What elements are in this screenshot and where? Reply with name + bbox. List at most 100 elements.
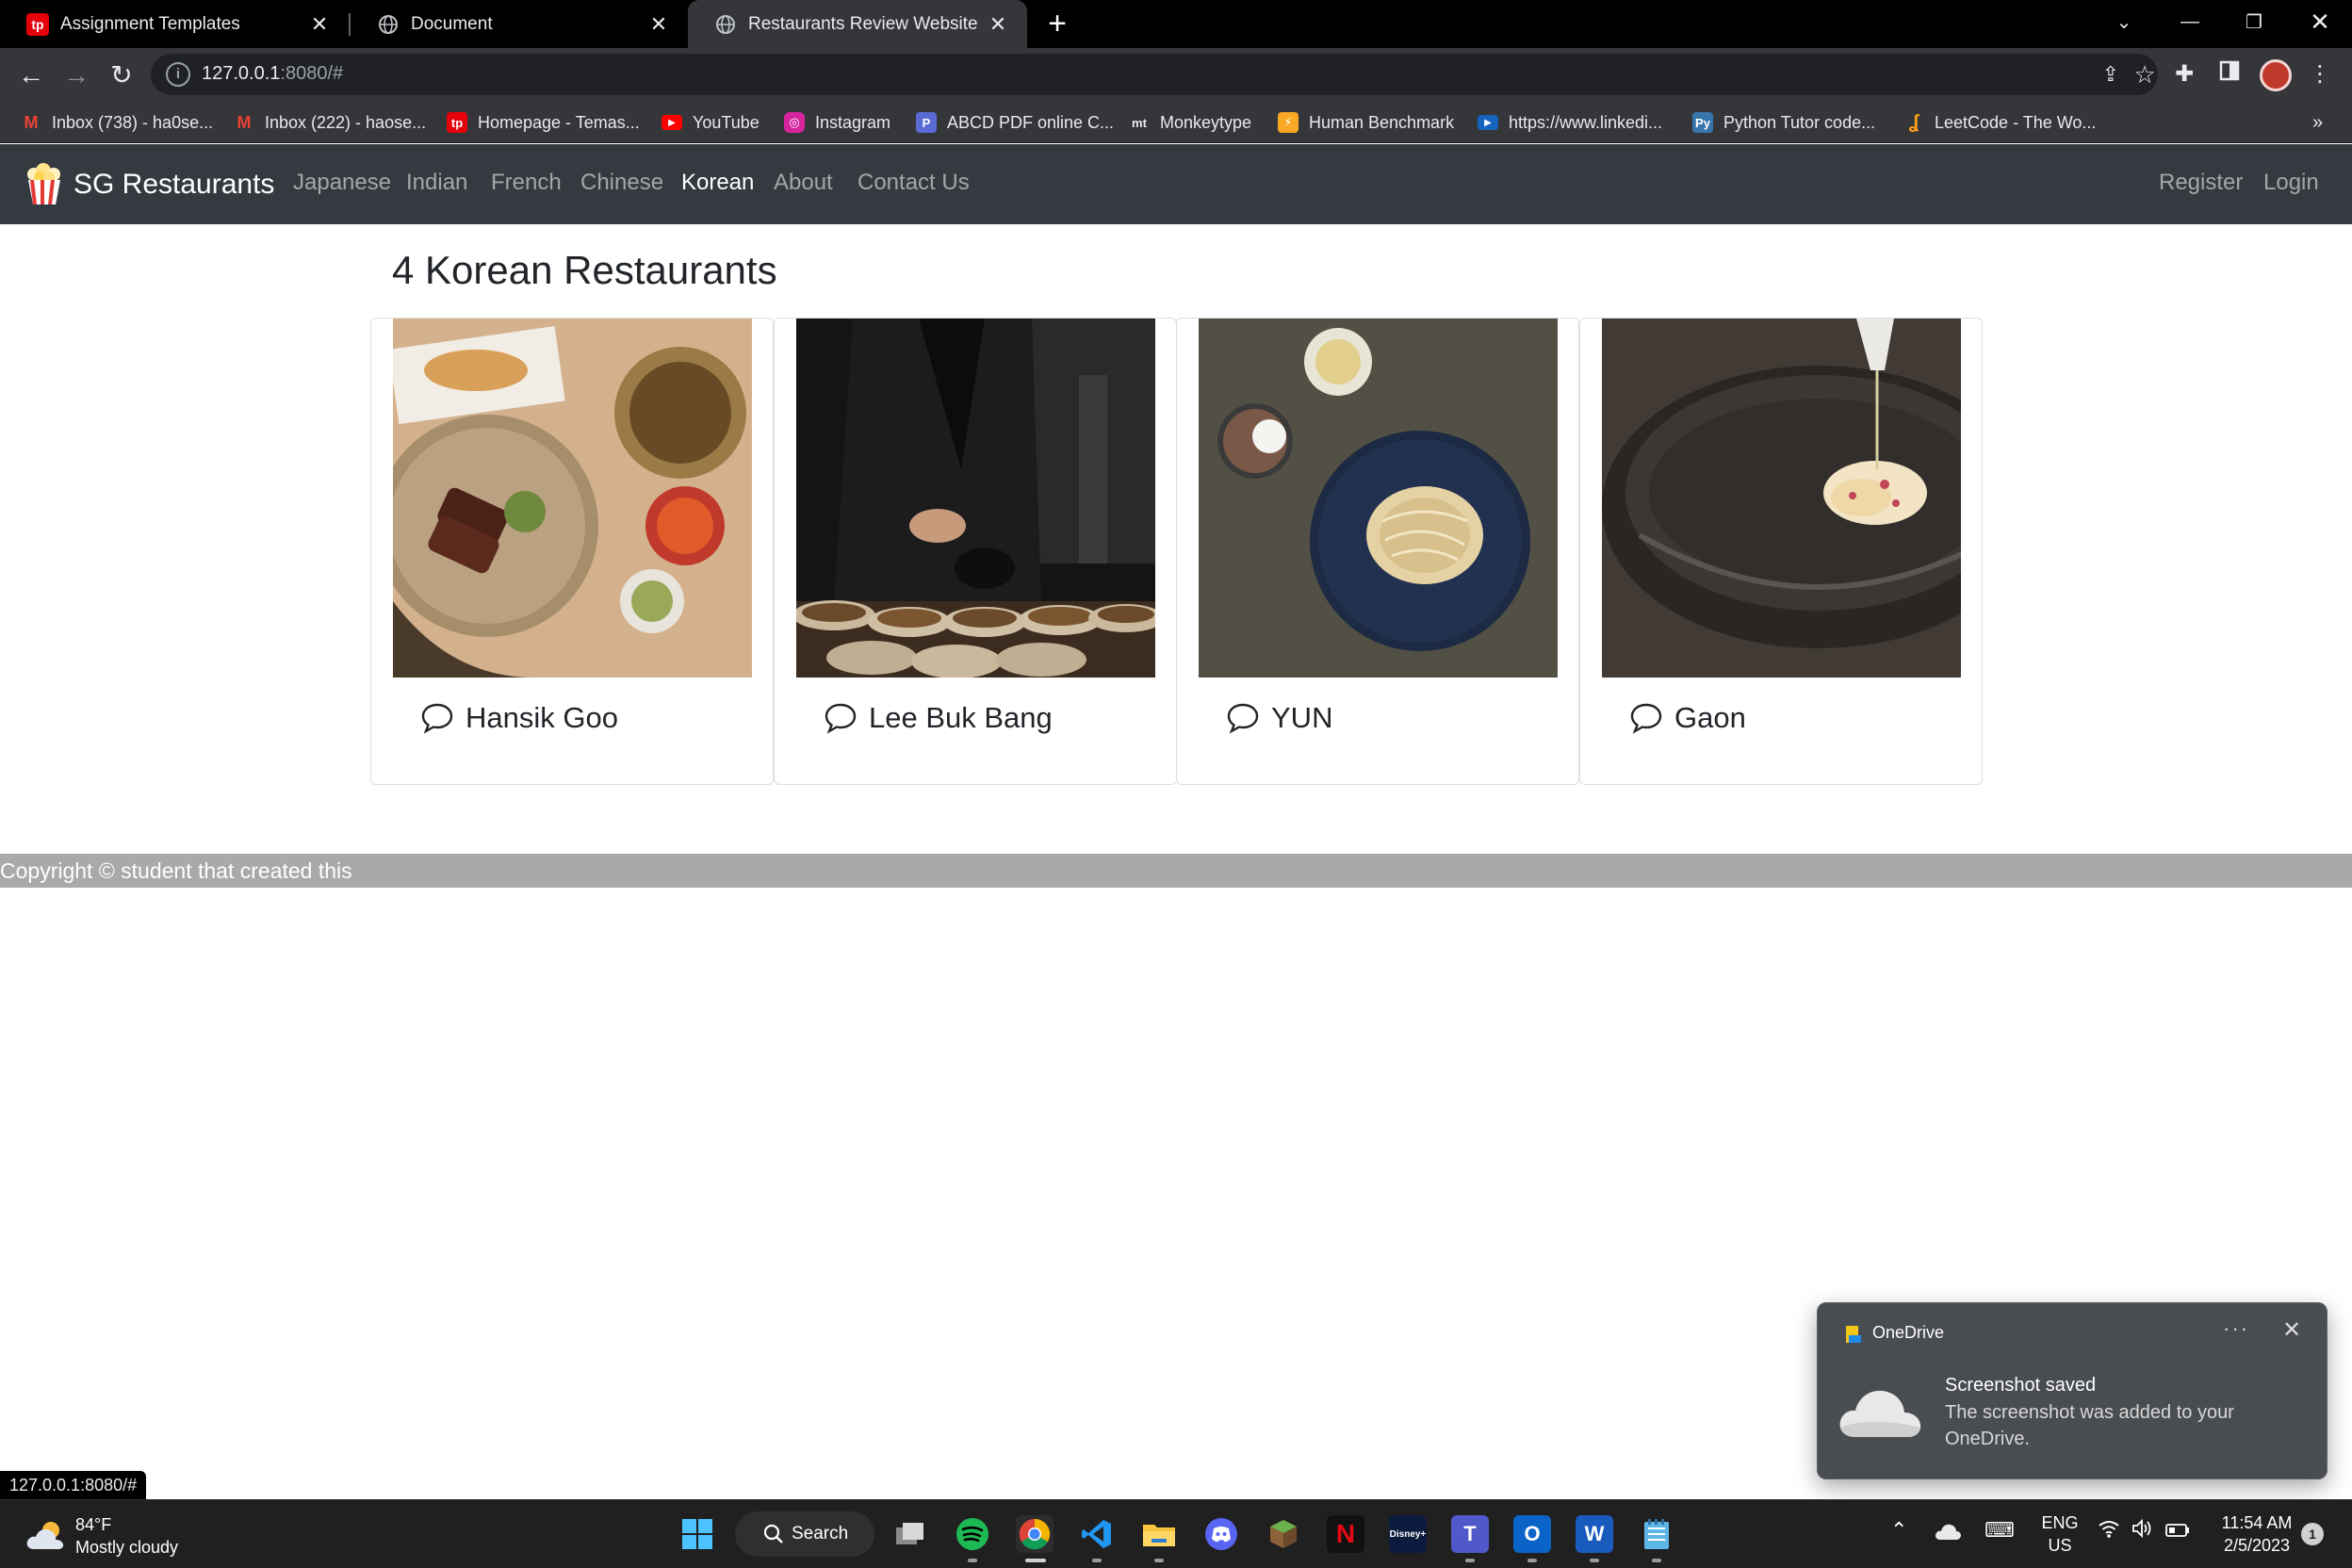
bookmark-item[interactable]: mt Monkeytype <box>1129 102 1251 143</box>
running-indicator <box>968 1559 977 1562</box>
close-window-button[interactable]: ✕ <box>2292 0 2348 43</box>
outlook-icon[interactable]: O <box>1513 1515 1551 1553</box>
nav-contact-us[interactable]: Contact Us <box>858 170 970 196</box>
restaurant-name[interactable]: Gaon <box>1674 701 1746 735</box>
restaurant-photo[interactable] <box>1199 318 1558 678</box>
bookmark-item[interactable]: M Inbox (222) - haose... <box>234 102 427 143</box>
volume-icon[interactable] <box>2132 1518 2154 1544</box>
tab-restaurants-review[interactable]: Restaurants Review Website ✕ <box>688 0 1027 48</box>
notification-badge[interactable]: 1 <box>2301 1523 2324 1545</box>
close-tab-icon[interactable]: ✕ <box>307 12 332 37</box>
battery-icon[interactable] <box>2165 1521 2190 1544</box>
word-icon[interactable]: W <box>1576 1515 1613 1553</box>
more-bookmarks-icon[interactable]: » <box>2312 102 2323 143</box>
more-options-icon[interactable]: ··· <box>2223 1316 2249 1341</box>
forward-button[interactable]: → <box>58 57 94 93</box>
profile-avatar[interactable] <box>2260 59 2292 91</box>
teams-icon[interactable]: T <box>1451 1515 1489 1553</box>
onedrive-tray-icon[interactable] <box>1934 1521 1962 1547</box>
bookmark-item[interactable]: ʆ LeetCode - The Wo... <box>1903 102 2097 143</box>
card-caption: YUN <box>1226 701 1332 735</box>
restaurant-card[interactable]: Gaon <box>1579 318 1983 785</box>
bookmark-item[interactable]: M Inbox (738) - ha0se... <box>21 102 214 143</box>
weather-widget[interactable]: 84°F Mostly cloudy <box>24 1513 178 1559</box>
restaurant-name[interactable]: Hansik Goo <box>466 701 618 735</box>
bookmark-item[interactable]: tp Homepage - Temas... <box>447 102 640 143</box>
bookmark-item[interactable]: P ABCD PDF online C... <box>916 102 1114 143</box>
nav-chinese[interactable]: Chinese <box>580 170 663 196</box>
restaurant-name[interactable]: YUN <box>1271 701 1332 735</box>
nav-korean[interactable]: Korean <box>681 170 754 196</box>
running-indicator <box>1652 1559 1661 1562</box>
nav-register[interactable]: Register <box>2159 170 2243 196</box>
bookmark-item[interactable]: ▶ YouTube <box>662 102 760 143</box>
nav-login[interactable]: Login <box>2263 170 2319 196</box>
reload-button[interactable]: ↻ <box>104 57 139 93</box>
minecraft-icon[interactable] <box>1265 1515 1302 1553</box>
spotify-icon[interactable] <box>954 1515 991 1553</box>
bookmark-star-icon[interactable]: ☆ <box>2128 57 2162 91</box>
restaurant-photo[interactable] <box>393 318 752 678</box>
restaurant-card[interactable]: Lee Buk Bang <box>774 318 1177 785</box>
tab-document[interactable]: Document ✕ <box>351 0 688 48</box>
status-bar-url: 127.0.0.1:8080/# <box>0 1471 147 1499</box>
extensions-icon[interactable]: ✚ <box>2167 57 2201 91</box>
share-icon[interactable]: ⇪ <box>2094 57 2128 91</box>
task-view-icon[interactable] <box>891 1515 929 1553</box>
restore-button[interactable]: ❐ <box>2226 0 2282 43</box>
site-brand[interactable]: SG Restaurants <box>23 163 274 206</box>
bookmark-item[interactable]: ▶ https://www.linkedi... <box>1478 102 1662 143</box>
tab-search-icon[interactable]: ⌄ <box>2096 0 2152 43</box>
chat-bubble-icon <box>1227 703 1259 734</box>
file-explorer-icon[interactable] <box>1140 1515 1178 1553</box>
bookmark-item[interactable]: ◎ Instagram <box>784 102 890 143</box>
tab-assignment-templates[interactable]: tp Assignment Templates ✕ <box>0 0 349 48</box>
language-indicator[interactable]: ENG US <box>2039 1511 2081 1557</box>
close-notification-icon[interactable]: ✕ <box>2282 1316 2301 1344</box>
close-tab-icon[interactable]: ✕ <box>986 12 1010 37</box>
bookmark-item[interactable]: ⚡ Human Benchmark <box>1278 102 1454 143</box>
running-indicator <box>1527 1559 1537 1562</box>
close-tab-icon[interactable]: ✕ <box>646 12 671 37</box>
new-tab-button[interactable]: + <box>1044 6 1070 41</box>
nav-japanese[interactable]: Japanese <box>293 170 391 196</box>
side-panel-icon[interactable] <box>2213 57 2246 91</box>
chevron-up-icon[interactable]: ⌃ <box>1890 1519 1907 1542</box>
bookmark-item[interactable]: Py Python Tutor code... <box>1692 102 1875 143</box>
cloudy-weather-icon <box>26 1522 64 1549</box>
vscode-icon[interactable] <box>1078 1515 1116 1553</box>
minimize-button[interactable]: — <box>2162 0 2218 43</box>
restaurant-photo[interactable] <box>796 318 1155 678</box>
globe-icon <box>377 13 400 36</box>
address-bar[interactable]: i 127.0.0.1:8080/# ⇪ ☆ <box>151 54 2158 95</box>
wifi-icon[interactable] <box>2098 1519 2120 1544</box>
gmail-icon: M <box>24 112 39 132</box>
url-text[interactable]: 127.0.0.1:8080/# <box>202 63 343 85</box>
popcorn-logo-icon <box>27 163 60 204</box>
windows-start-icon[interactable] <box>678 1515 716 1553</box>
nav-about[interactable]: About <box>774 170 833 196</box>
restaurant-card[interactable]: Hansik Goo <box>370 318 774 785</box>
site-navbar: SG Restaurants Japanese Indian French Ch… <box>0 144 2352 224</box>
restaurant-photo[interactable] <box>1602 318 1961 678</box>
restaurant-name[interactable]: Lee Buk Bang <box>869 701 1053 735</box>
site-footer: Copyright © student that created this <box>0 854 2352 888</box>
nav-french[interactable]: French <box>491 170 562 196</box>
discord-icon[interactable] <box>1202 1515 1240 1553</box>
restaurant-card[interactable]: YUN <box>1176 318 1579 785</box>
onedrive-notification[interactable]: OneDrive ··· ✕ Screenshot saved The scre… <box>1817 1302 2328 1479</box>
clock[interactable]: 11:54 AM 2/5/2023 <box>2205 1511 2309 1557</box>
tab-title: Assignment Templates <box>60 13 240 34</box>
notepad-icon[interactable] <box>1638 1515 1675 1553</box>
menu-kebab-icon[interactable]: ⋮ <box>2303 57 2337 91</box>
chrome-icon[interactable] <box>1016 1515 1054 1553</box>
site-info-icon[interactable]: i <box>166 62 190 87</box>
taskbar-search[interactable]: Search <box>735 1511 874 1557</box>
netflix-icon[interactable]: N <box>1327 1515 1364 1553</box>
disney-plus-icon[interactable]: Disney+ <box>1389 1515 1427 1553</box>
keyboard-icon[interactable]: ⌨ <box>1984 1519 2015 1542</box>
page-title: 4 Korean Restaurants <box>392 248 777 292</box>
nav-indian[interactable]: Indian <box>406 170 467 196</box>
back-button[interactable]: ← <box>13 57 49 93</box>
bolt-icon: ⚡ <box>1278 112 1298 133</box>
